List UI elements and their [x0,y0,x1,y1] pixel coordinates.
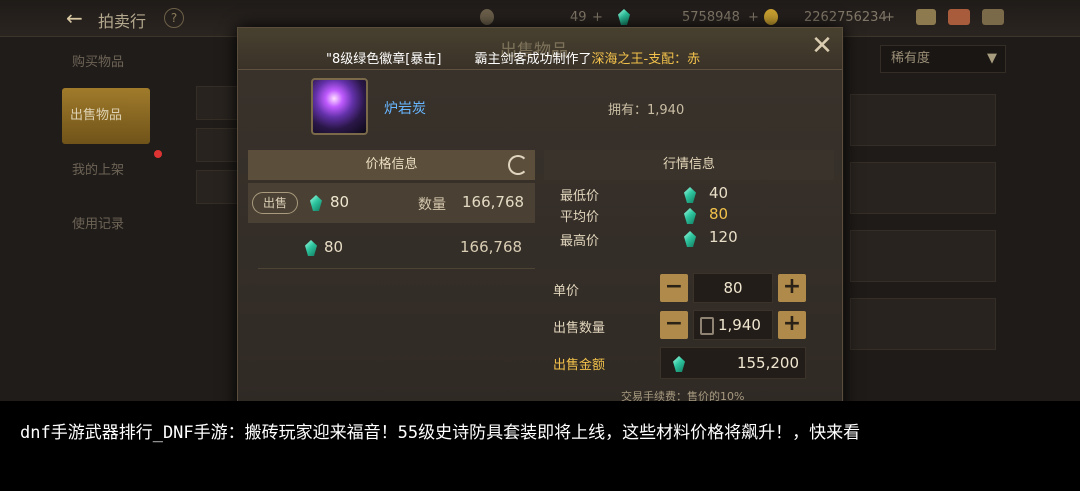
list-item [196,128,238,162]
sell-total-label: 出售金额 [553,358,606,373]
divider [258,268,535,269]
qty-decrement-button[interactable]: − [660,311,688,339]
caption-text: dnf手游武器排行_DNF手游：搬砖玩家迎来福音！55级史诗防具套装即将上线，这… [20,423,861,443]
refresh-icon[interactable] [508,155,528,175]
min-price-value: 40 [709,184,729,202]
currency-2-amount: 5758948 [682,10,740,25]
owned-count: 拥有：1,940 [608,103,685,118]
sell-button[interactable]: 出售 [252,192,298,214]
unit-price-input[interactable]: 80 [693,273,773,303]
item-name: 炉岩炭 [384,101,426,117]
help-icon[interactable]: ? [164,8,184,28]
ticker-item: 深海之王-支配：赤 [591,52,701,67]
max-price-label: 最高价 [560,234,600,249]
unit-price-label: 单价 [553,284,580,299]
chevron-down-icon: ▼ [987,51,997,66]
bag-icon[interactable] [916,9,936,25]
sidebar-item-buy[interactable]: 购买物品 [60,40,160,86]
list-item [850,162,996,214]
sell-qty-input[interactable]: 1,940 [693,310,773,340]
moon-coin-icon [480,9,494,25]
sell-qty-value: 1,940 [718,316,761,334]
avg-price-label: 平均价 [560,210,600,225]
mail-icon[interactable] [948,9,970,25]
gem-icon [684,187,696,203]
close-icon[interactable]: ✕ [810,33,834,60]
max-price-value: 120 [709,228,738,246]
gem-icon [684,208,696,224]
unit-price-decrement-button[interactable]: − [660,274,688,302]
list-item [850,298,996,350]
ticker-message: 霸主剑客成功制作了 [474,52,592,67]
market-info-header: 行情信息 [544,150,834,180]
avg-price-value: 80 [709,205,729,223]
currency-1-amount: 49 [570,10,587,25]
sell-total-value: 155,200 [736,354,799,372]
row-price: 80 [330,193,350,211]
rarity-select-label: 稀有度 [891,51,931,66]
sidebar-item-my-listings[interactable]: 我的上架 [60,148,160,194]
currency-3-amount: 2262756234 [804,10,887,25]
row-qty: 166,768 [462,193,525,211]
sell-qty-label: 出售数量 [553,321,606,336]
gem-icon [673,356,685,372]
chat-icon[interactable] [982,9,1004,25]
gem-icon [310,195,322,211]
qty-increment-button[interactable]: + [778,311,806,339]
row-qty-label: 数量 [418,197,446,213]
ticker-prefix: "8级绿色徽章[暴击] [326,52,442,67]
row-qty: 166,768 [460,238,523,256]
currency-2-add[interactable]: + [748,10,759,25]
currency-3-add[interactable]: + [884,10,895,25]
broadcast-ticker: "8级绿色徽章[暴击] 霸主剑客成功制作了深海之王-支配：赤 [326,48,700,67]
gem-icon [305,240,317,256]
table-row[interactable]: 出售 80 数量 166,768 [248,183,535,223]
rarity-select[interactable]: 稀有度 ▼ [880,45,1006,73]
gem-icon [684,231,696,247]
list-item [850,94,996,146]
list-item [196,170,238,204]
sell-item-dialog: 出售物品 "8级绿色徽章[暴击] 霸主剑客成功制作了深海之王-支配：赤 ✕ 炉岩… [237,27,843,417]
caption-bar: dnf手游武器排行_DNF手游：搬砖玩家迎来福音！55级史诗防具套装即将上线，这… [0,401,1080,491]
sidebar-item-history[interactable]: 使用记录 [60,202,160,248]
price-info-header: 价格信息 [248,150,535,180]
list-item [850,230,996,282]
unit-price-increment-button[interactable]: + [778,274,806,302]
gold-coin-icon [764,9,778,25]
page-title: 拍卖行 [98,12,147,31]
back-arrow-icon[interactable]: ← [66,6,92,30]
sidebar-item-sell[interactable]: 出售物品 [62,88,150,144]
min-price-label: 最低价 [560,189,600,204]
list-item [196,86,238,120]
item-icon [311,78,368,135]
calculator-icon[interactable] [700,317,714,335]
sell-total-field: 155,200 [660,347,806,379]
currency-1-add[interactable]: + [592,10,603,25]
row-price: 80 [324,238,344,256]
